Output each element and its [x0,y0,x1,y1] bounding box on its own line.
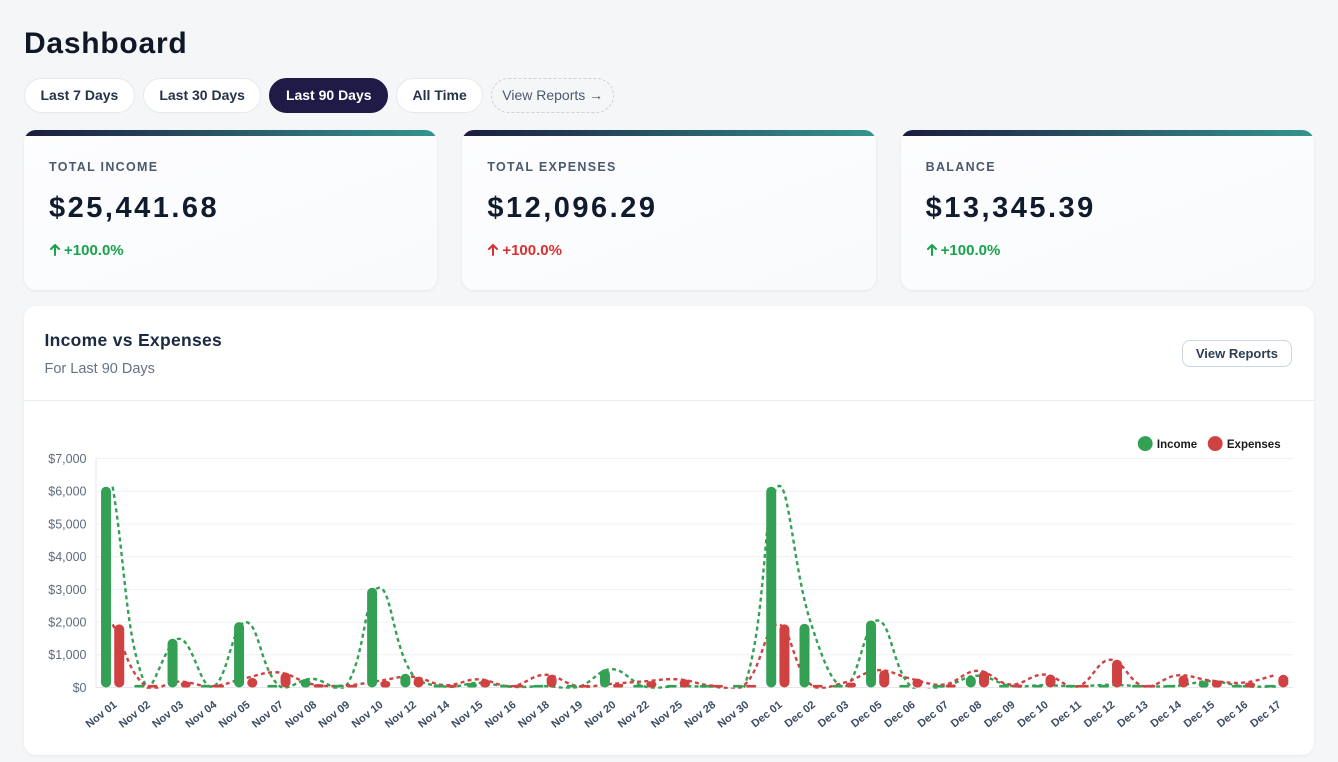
svg-text:Dec 15: Dec 15 [1182,698,1217,729]
svg-text:Nov 28: Nov 28 [682,698,718,730]
svg-text:Nov 01: Nov 01 [84,698,120,730]
svg-text:Nov 18: Nov 18 [516,698,552,730]
svg-text:Dec 12: Dec 12 [1082,698,1117,729]
svg-text:Nov 25: Nov 25 [649,698,685,730]
svg-text:Dec 14: Dec 14 [1148,698,1184,730]
svg-text:Dec 07: Dec 07 [916,698,951,729]
svg-text:Dec 05: Dec 05 [849,698,884,729]
svg-text:Nov 16: Nov 16 [483,698,519,730]
svg-text:Nov 02: Nov 02 [117,698,153,730]
svg-text:Nov 08: Nov 08 [283,698,319,730]
svg-text:$1,000: $1,000 [48,648,86,662]
svg-text:Expenses: Expenses [1227,438,1281,450]
svg-text:Dec 01: Dec 01 [749,698,784,729]
svg-text:Nov 07: Nov 07 [250,698,286,730]
svg-text:Dec 09: Dec 09 [982,698,1017,729]
svg-text:$5,000: $5,000 [48,517,86,531]
svg-text:Dec 06: Dec 06 [882,698,917,729]
svg-text:Dec 03: Dec 03 [816,698,851,729]
svg-text:Nov 12: Nov 12 [383,698,419,730]
svg-text:Dec 16: Dec 16 [1215,698,1250,729]
svg-text:Nov 05: Nov 05 [217,698,253,730]
svg-text:Nov 19: Nov 19 [549,698,585,730]
svg-text:Nov 03: Nov 03 [150,698,186,730]
svg-text:Nov 20: Nov 20 [583,698,619,730]
svg-text:$2,000: $2,000 [48,615,86,629]
svg-text:$6,000: $6,000 [48,484,86,498]
svg-text:$4,000: $4,000 [48,550,86,564]
svg-text:Nov 30: Nov 30 [716,698,752,730]
svg-text:Nov 14: Nov 14 [416,698,453,730]
svg-text:Nov 15: Nov 15 [450,698,486,730]
svg-text:Dec 10: Dec 10 [1015,698,1050,729]
svg-text:Dec 17: Dec 17 [1248,698,1283,729]
svg-text:Dec 13: Dec 13 [1115,698,1150,729]
svg-text:Dec 11: Dec 11 [1049,698,1084,729]
svg-text:Nov 10: Nov 10 [350,698,386,730]
svg-text:Income: Income [1157,438,1197,450]
svg-text:Nov 22: Nov 22 [616,698,652,730]
svg-text:Nov 09: Nov 09 [316,698,352,730]
svg-text:$0: $0 [73,680,87,694]
svg-text:Dec 02: Dec 02 [783,698,818,729]
svg-text:$7,000: $7,000 [48,452,86,466]
svg-text:Dec 08: Dec 08 [949,698,984,729]
svg-text:$3,000: $3,000 [48,582,86,596]
svg-text:Nov 04: Nov 04 [183,698,220,730]
